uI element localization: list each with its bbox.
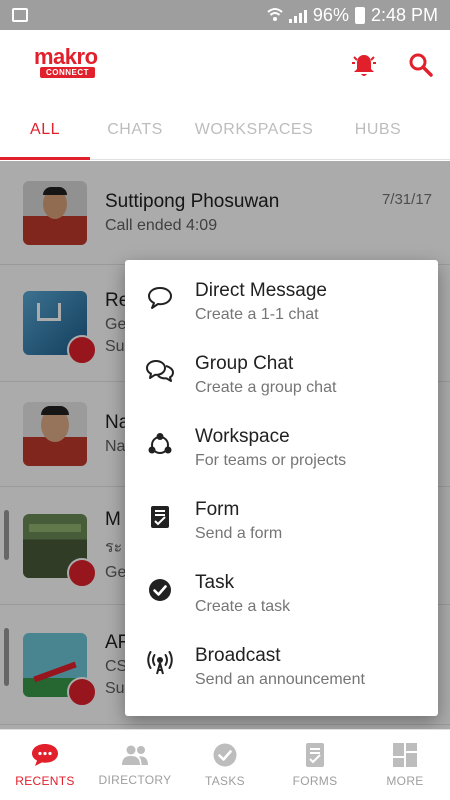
nav-tasks[interactable]: TASKS — [180, 730, 270, 800]
image-notification-icon — [12, 8, 28, 22]
chat-bubble-icon — [148, 287, 172, 309]
logo-word: makro — [34, 44, 98, 69]
menu-item-direct-message[interactable]: Direct Message Create a 1-1 chat — [125, 274, 438, 347]
signal-icon — [288, 7, 307, 23]
menu-item-title: Broadcast — [195, 645, 281, 666]
nav-label: FORMS — [292, 774, 338, 788]
nav-label: MORE — [386, 774, 424, 788]
menu-item-title: Direct Message — [195, 280, 327, 301]
menu-item-task[interactable]: Task Create a task — [125, 566, 438, 639]
menu-item-desc: For teams or projects — [195, 452, 347, 469]
chat-bubble-icon — [32, 744, 58, 766]
menu-item-desc: Create a group chat — [195, 379, 337, 396]
menu-item-form[interactable]: Form Send a form — [125, 493, 438, 566]
tab-hubs[interactable]: HUBS — [328, 100, 428, 160]
menu-item-title: Form — [195, 499, 240, 520]
makro-connect-logo: makro CONNECT — [34, 44, 102, 83]
create-menu: Direct Message Create a 1-1 chat Group C… — [125, 260, 438, 716]
app-bar: makro CONNECT — [0, 30, 450, 100]
menu-item-desc: Create a task — [195, 598, 291, 615]
grid-icon — [393, 743, 417, 767]
workspace-icon — [148, 433, 172, 454]
alarm-bell-icon[interactable] — [350, 51, 378, 79]
clock: 2:48 PM — [370, 4, 438, 25]
search-icon[interactable] — [408, 52, 434, 78]
battery-percent: 96% — [312, 4, 349, 25]
menu-item-title: Group Chat — [195, 353, 294, 374]
menu-item-desc: Send a form — [195, 525, 283, 542]
form-icon — [151, 506, 169, 528]
wifi-icon — [267, 8, 283, 21]
form-icon — [306, 743, 324, 767]
nav-more[interactable]: MORE — [360, 730, 450, 800]
status-bar: 96% 2:48 PM — [0, 0, 450, 30]
menu-item-desc: Send an announcement — [195, 671, 365, 688]
bottom-navigation: RECENTS DIRECTORY TASKS FORMS MORE — [0, 729, 450, 800]
menu-item-group-chat[interactable]: Group Chat Create a group chat — [125, 347, 438, 420]
group-chat-icon — [146, 360, 174, 382]
people-icon — [122, 745, 148, 765]
task-check-icon — [149, 579, 171, 601]
logo-tag: CONNECT — [40, 67, 96, 78]
menu-item-workspace[interactable]: Workspace For teams or projects — [125, 420, 438, 493]
battery-icon — [354, 6, 365, 24]
menu-item-desc: Create a 1-1 chat — [195, 306, 319, 323]
nav-label: TASKS — [205, 774, 245, 788]
nav-label: DIRECTORY — [98, 773, 172, 787]
menu-item-broadcast[interactable]: Broadcast Send an announcement — [125, 639, 438, 712]
nav-forms[interactable]: FORMS — [270, 730, 360, 800]
tab-bar: ALL CHATS WORKSPACES HUBS — [0, 100, 450, 160]
tab-all[interactable]: ALL — [0, 100, 90, 160]
nav-label: RECENTS — [15, 774, 75, 788]
tab-workspaces[interactable]: WORKSPACES — [180, 100, 328, 160]
nav-directory[interactable]: DIRECTORY — [90, 730, 180, 800]
tab-chats[interactable]: CHATS — [90, 100, 180, 160]
broadcast-icon — [147, 651, 173, 675]
nav-recents[interactable]: RECENTS — [0, 730, 90, 800]
menu-item-title: Workspace — [195, 426, 290, 447]
menu-item-title: Task — [195, 572, 235, 593]
task-check-icon — [213, 743, 237, 767]
